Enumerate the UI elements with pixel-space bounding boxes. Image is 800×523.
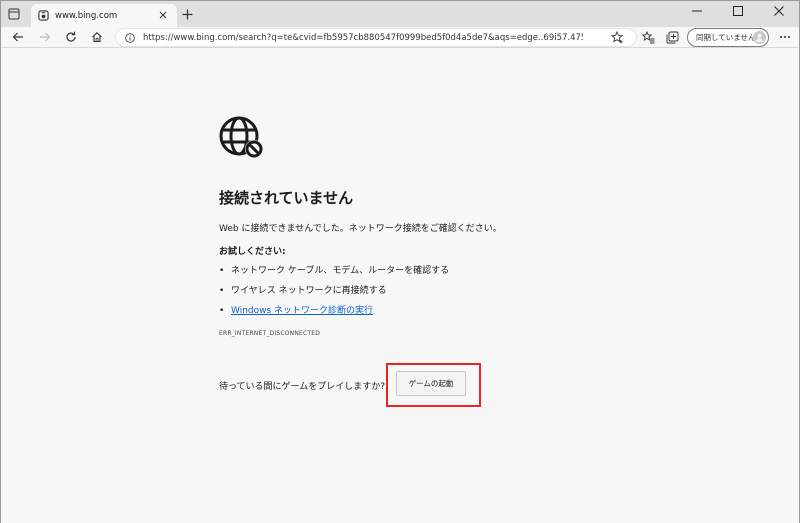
list-item: Windows ネットワーク診断の実行 [219,304,449,324]
info-icon[interactable] [124,32,135,43]
home-icon[interactable] [88,29,106,45]
forward-arrow-icon[interactable] [36,29,54,45]
favorite-star-icon[interactable] [610,30,624,44]
favorites-list-icon[interactable] [641,30,655,44]
list-item: ワイヤレス ネットワークに再接続する [219,284,449,304]
error-code: ERR_INTERNET_DISCONNECTED [219,330,321,337]
more-menu-icon[interactable] [776,29,794,45]
maximize-button[interactable] [718,1,758,21]
address-bar[interactable]: https://www.bing.com/search?q=te&cvid=fb… [115,28,637,47]
network-diagnostics-link[interactable]: Windows ネットワーク診断の実行 [231,306,373,316]
minimize-button[interactable] [677,1,717,21]
address-url[interactable]: https://www.bing.com/search?q=te&cvid=fb… [143,33,583,43]
globe-no-connection-icon [217,116,265,164]
error-description: Web に接続できませんでした。ネットワーク接続をご確認ください。 [219,224,502,234]
error-page: 接続されていません Web に接続できませんでした。ネットワーク接続をご確認くだ… [1,49,799,523]
collections-icon[interactable] [665,30,679,44]
page-title: 接続されていません [219,189,354,207]
navigation-toolbar: https://www.bing.com/search?q=te&cvid=fb… [1,27,799,48]
edge-favicon-icon [37,10,49,22]
close-window-button[interactable] [759,1,799,21]
suggestion-reconnect-wifi: ワイヤレス ネットワークに再接続する [231,286,387,296]
list-item: ネットワーク ケーブル、モデム、ルーターを確認する [219,264,449,284]
refresh-icon[interactable] [62,29,80,45]
tab-close-icon[interactable] [157,9,169,21]
tab-strip: www.bing.com [1,1,799,27]
tab-actions-icon[interactable] [7,7,21,21]
suggestions-title: お試しください: [219,247,286,257]
profile-sync-label: 同期していません [696,33,756,42]
game-prompt: 待っている間にゲームをプレイしますか? [219,382,386,392]
new-tab-button[interactable] [179,6,195,22]
back-arrow-icon[interactable] [9,29,27,45]
tab-bing[interactable]: www.bing.com [31,4,177,27]
launch-game-button[interactable]: ゲームの起動 [396,371,466,396]
suggestions-list: ネットワーク ケーブル、モデム、ルーターを確認する ワイヤレス ネットワークに再… [219,264,449,324]
suggestion-check-cable: ネットワーク ケーブル、モデム、ルーターを確認する [231,266,450,276]
avatar-icon [753,31,766,44]
browser-window: www.bing.com https://www.bing.com/search… [0,0,800,523]
tab-title: www.bing.com [55,10,118,21]
profile-sync-button[interactable]: 同期していません [687,28,769,47]
